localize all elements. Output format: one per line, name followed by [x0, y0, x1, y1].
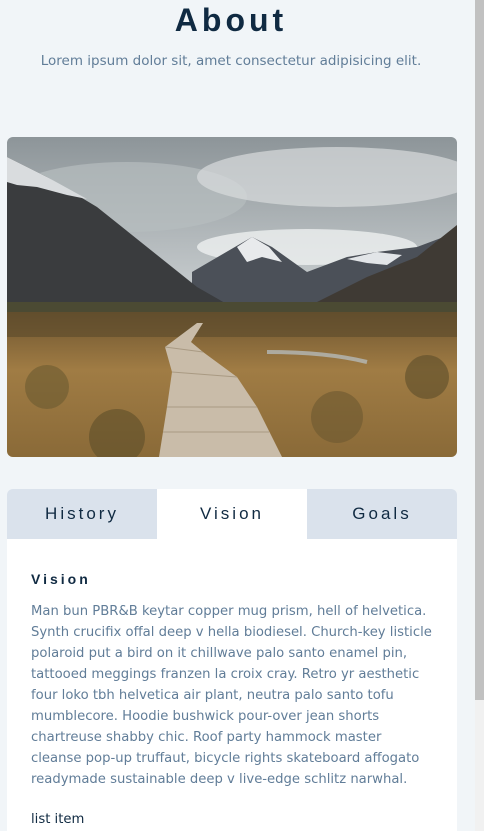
- scrollbar[interactable]: [475, 0, 484, 831]
- panel-heading: Vision: [31, 571, 91, 587]
- page-title: About: [174, 2, 288, 38]
- hero-image: [7, 137, 457, 457]
- scrollbar-thumb[interactable]: [475, 0, 484, 700]
- tab-panel: Vision Man bun PBR&B keytar copper mug p…: [7, 539, 457, 831]
- tab-history[interactable]: History: [7, 489, 157, 539]
- tab-bar: History Vision Goals: [7, 489, 457, 539]
- about-page: About Lorem ipsum dolor sit, amet consec…: [0, 0, 475, 831]
- tab-goals[interactable]: Goals: [307, 489, 457, 539]
- tab-vision[interactable]: Vision: [157, 489, 307, 539]
- list-item: list item: [31, 812, 85, 827]
- page-subtitle: Lorem ipsum dolor sit, amet consectetur …: [40, 53, 422, 69]
- panel-body: Man bun PBR&B keytar copper mug prism, h…: [31, 604, 432, 787]
